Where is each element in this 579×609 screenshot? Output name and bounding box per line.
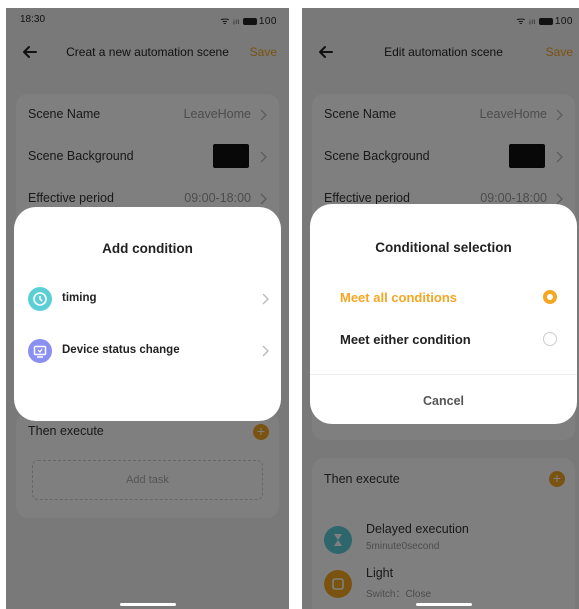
home-indicator[interactable]: [119, 603, 176, 606]
conditional-selection-dialog: Conditional selection Meet all condition…: [310, 204, 577, 424]
dialog-title: Conditional selection: [375, 240, 512, 255]
chevron-right-icon: [262, 293, 269, 305]
option-meet-all-conditions[interactable]: Meet all conditions: [310, 278, 577, 318]
clock-icon: [28, 287, 52, 311]
dialog-title: Add condition: [102, 241, 193, 256]
home-indicator[interactable]: [415, 603, 472, 606]
option-label: Meet either condition: [340, 332, 471, 347]
radio-selected[interactable]: [543, 290, 557, 304]
option-label: timing: [62, 292, 97, 304]
option-label: Meet all conditions: [340, 290, 458, 305]
cancel-button[interactable]: Cancel: [310, 394, 577, 408]
option-meet-either-condition[interactable]: Meet either condition: [310, 320, 577, 360]
phone-screen-right: ᯤ ᵢₗₗ 100 Edit automation scene Save Sce…: [302, 8, 579, 609]
radio-unselected[interactable]: [543, 332, 557, 346]
chevron-right-icon: [262, 345, 269, 357]
add-condition-dialog: Add condition timing Device status chang…: [14, 207, 281, 421]
phone-screen-left: 18:30 ᯤ ᵢₗₗ 100 Creat a new automation s…: [6, 8, 289, 609]
option-label: Device status change: [62, 344, 180, 356]
option-device-status-change[interactable]: Device status change: [14, 331, 281, 371]
device-icon: [28, 339, 52, 363]
option-timing[interactable]: timing: [14, 279, 281, 319]
divider: [310, 374, 577, 375]
